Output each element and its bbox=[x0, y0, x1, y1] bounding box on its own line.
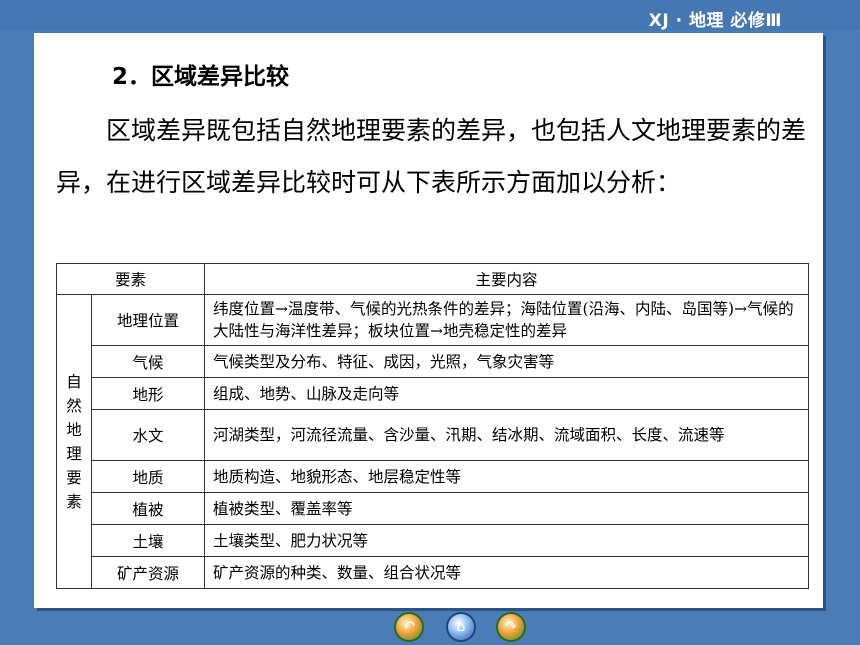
home-icon[interactable]: ⌂ bbox=[448, 614, 474, 640]
back-arrow-icon[interactable]: ↶ bbox=[396, 614, 422, 640]
category-label: 自然地理要素 bbox=[66, 372, 82, 511]
table-row: 植被 植被类型、覆盖率等 bbox=[57, 492, 809, 525]
factor-name: 气候 bbox=[91, 345, 205, 378]
factor-content: 植被类型、覆盖率等 bbox=[204, 492, 809, 525]
factors-table: 要素 主要内容 自然地理要素 地理位置 纬度位置→温度带、气候的光热条件的差异；… bbox=[56, 263, 809, 589]
column-header-content: 主要内容 bbox=[204, 263, 809, 295]
factor-content: 河湖类型，河流径流量、含沙量、汛期、结冰期、流域面积、长度、流速等 bbox=[204, 409, 809, 461]
section-title: 2．区域差异比较 bbox=[112, 64, 290, 90]
table-row: 气候 气候类型及分布、特征、成因，光照，气象灾害等 bbox=[57, 345, 809, 378]
factor-name: 地质 bbox=[91, 460, 205, 493]
factor-content: 土壤类型、肥力状况等 bbox=[204, 524, 809, 557]
factor-content: 组成、地势、山脉及走向等 bbox=[204, 377, 809, 410]
table-row: 水文 河湖类型，河流径流量、含沙量、汛期、结冰期、流域面积、长度、流速等 bbox=[57, 409, 809, 461]
table-row: 地质 地质构造、地貌形态、地层稳定性等 bbox=[57, 460, 809, 493]
factor-content: 纬度位置→温度带、气候的光热条件的差异；海陆位置(沿海、内陆、岛国等)→气候的大… bbox=[204, 294, 809, 346]
table-row: 地形 组成、地势、山脉及走向等 bbox=[57, 377, 809, 410]
intro-paragraph: 区域差异既包括自然地理要素的差异，也包括人文地理要素的差异，在进行区域差异比较时… bbox=[56, 116, 807, 197]
course-tag: XJ · 地理 必修Ⅲ bbox=[648, 11, 782, 31]
category-cell: 自然地理要素 bbox=[56, 294, 92, 589]
factor-content: 气候类型及分布、特征、成因，光照，气象灾害等 bbox=[204, 345, 809, 378]
factor-content: 矿产资源的种类、数量、组合状况等 bbox=[204, 556, 809, 589]
factor-name: 土壤 bbox=[91, 524, 205, 557]
slide-content: 2．区域差异比较 区域差异既包括自然地理要素的差异，也包括人文地理要素的差异，在… bbox=[34, 33, 823, 608]
table-row: 自然地理要素 地理位置 纬度位置→温度带、气候的光热条件的差异；海陆位置(沿海、… bbox=[56, 294, 809, 589]
factor-name: 矿产资源 bbox=[91, 556, 205, 589]
table-header-row: 要素 主要内容 bbox=[56, 263, 809, 295]
factor-name: 水文 bbox=[91, 409, 205, 461]
factor-name: 植被 bbox=[91, 492, 205, 525]
factor-name: 地理位置 bbox=[91, 294, 205, 346]
factor-content: 地质构造、地貌形态、地层稳定性等 bbox=[204, 460, 809, 493]
forward-arrow-icon[interactable]: ↷ bbox=[498, 614, 524, 640]
table-row: 矿产资源 矿产资源的种类、数量、组合状况等 bbox=[57, 556, 809, 589]
factor-name: 地形 bbox=[91, 377, 205, 410]
table-row: 土壤 土壤类型、肥力状况等 bbox=[57, 524, 809, 557]
column-header-factor: 要素 bbox=[56, 263, 205, 295]
